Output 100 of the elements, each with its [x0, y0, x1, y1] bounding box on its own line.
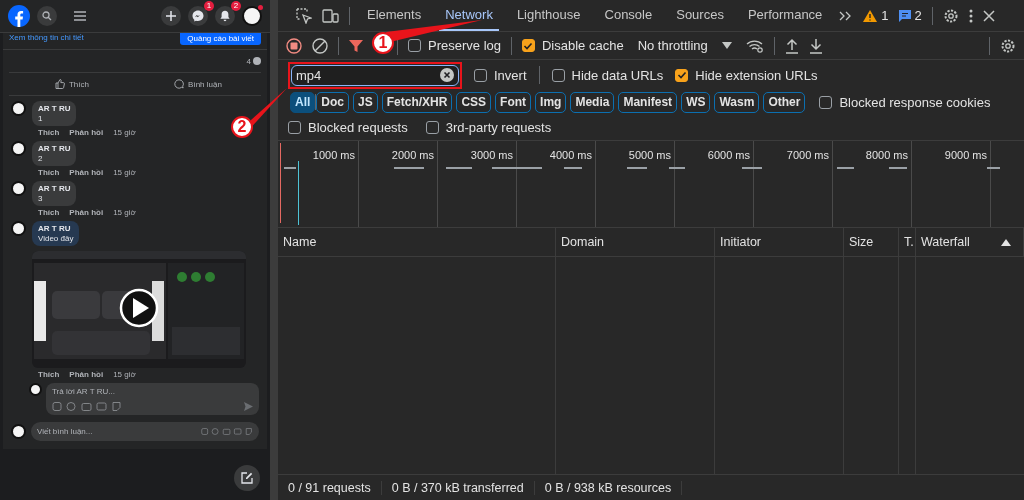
comment-text: 1	[38, 114, 44, 123]
scrollbar[interactable]	[270, 0, 278, 500]
details-link[interactable]: Xem thông tin chi tiết	[9, 33, 84, 42]
caret-icon	[721, 42, 732, 49]
type-filter-chip[interactable]: Font	[495, 91, 532, 113]
messenger-button[interactable]	[188, 6, 208, 26]
panel-tab[interactable]: Sources	[670, 0, 730, 31]
reply-box[interactable]: Trả lời AR T RU...	[46, 383, 259, 415]
profile-avatar[interactable]	[242, 6, 262, 26]
search-icon	[42, 11, 52, 21]
close-icon[interactable]	[982, 9, 995, 22]
settings-icon[interactable]	[1000, 37, 1016, 54]
upload-icon[interactable]	[784, 37, 799, 54]
emoji-toolbar-icon[interactable]	[52, 402, 122, 411]
checkbox-label[interactable]: Disable cache	[542, 38, 624, 53]
commenter-avatar[interactable]	[11, 101, 26, 116]
like-link[interactable]: Thích	[38, 168, 60, 177]
search-button[interactable]	[37, 6, 57, 26]
clear-icon[interactable]	[440, 68, 454, 82]
comment-text: Video đây	[38, 234, 74, 243]
column-header[interactable]: T.	[899, 228, 916, 256]
checkbox[interactable]	[474, 68, 487, 82]
type-filter-chip[interactable]: Other	[763, 91, 806, 113]
type-filter-chip[interactable]: JS	[353, 91, 378, 113]
comment-field[interactable]: Viết bình luận...	[37, 427, 198, 436]
messages-count[interactable]: 2	[898, 8, 922, 23]
commenter-avatar[interactable]	[11, 221, 26, 236]
checkbox[interactable]	[819, 95, 833, 109]
column-header[interactable]: Domain	[556, 228, 715, 256]
throttling-dropdown[interactable]: No throttling	[633, 38, 736, 53]
filter-icon[interactable]	[349, 38, 363, 53]
type-filter-chip[interactable]: Media	[570, 91, 615, 113]
time-tick-label: 1000 ms	[312, 149, 355, 163]
checkbox-label[interactable]: Blocked response cookies	[839, 94, 991, 110]
panel-tab[interactable]: Lighthouse	[510, 0, 587, 31]
like-button[interactable]: Thích	[9, 73, 135, 95]
type-filter-chip[interactable]: WS	[681, 91, 711, 113]
notifications-button[interactable]	[215, 6, 235, 26]
checkbox-label[interactable]: 3rd-party requests	[445, 119, 552, 135]
type-filter-chip[interactable]: Doc	[316, 91, 349, 113]
boost-post-button[interactable]: Quảng cáo bài viết	[180, 33, 261, 45]
record-icon[interactable]	[286, 37, 302, 54]
filter-box[interactable]: mp4	[291, 64, 459, 86]
reply-link[interactable]: Phản hồi	[69, 370, 104, 379]
reply-link[interactable]: Phản hồi	[69, 128, 104, 137]
commenter-avatar[interactable]	[11, 141, 26, 156]
compose-button[interactable]	[234, 465, 260, 491]
comment-author[interactable]: AR T RU	[38, 104, 71, 113]
like-link[interactable]: Thích	[38, 128, 60, 137]
comment-button[interactable]: Bình luận	[135, 73, 261, 95]
speech-bubble-icon	[174, 79, 185, 89]
comment-author[interactable]: AR T RU	[38, 184, 71, 193]
settings-icon[interactable]	[942, 7, 959, 24]
checkbox-label[interactable]: Hide data URLs	[571, 67, 664, 83]
like-link[interactable]: Thích	[38, 208, 60, 217]
type-filter-chip[interactable]: Manifest	[618, 91, 678, 113]
reply-link[interactable]: Phản hồi	[69, 168, 104, 177]
comment-time: 15 giờ	[113, 168, 136, 177]
filter-field[interactable]: mp4	[296, 67, 440, 83]
time-tick-label: 9000 ms	[944, 149, 987, 163]
like-link[interactable]: Thích	[38, 370, 60, 379]
checkbox-label[interactable]: Invert	[494, 67, 527, 83]
panel-tab[interactable]: Elements	[361, 0, 428, 31]
type-filter-chip[interactable]: All	[290, 91, 316, 113]
type-filter-chip[interactable]: Wasm	[714, 91, 760, 113]
type-filter-chip[interactable]: Fetch/XHR	[381, 91, 453, 113]
clear-icon[interactable]	[312, 37, 328, 54]
reply-field[interactable]: Trả lời AR T RU...	[52, 387, 253, 396]
checkbox[interactable]	[522, 39, 535, 52]
device-toolbar-icon[interactable]	[322, 8, 339, 23]
menu-icon[interactable]	[74, 11, 86, 21]
status-text: 0 B / 938 kB resources	[534, 480, 683, 495]
panel-tab[interactable]: Performance	[741, 0, 829, 31]
comment-author[interactable]: AR T RU	[38, 144, 71, 153]
column-header[interactable]: Size	[844, 228, 899, 256]
checkbox-label[interactable]: Hide extension URLs	[695, 67, 818, 83]
create-button[interactable]	[161, 6, 181, 26]
reply-link[interactable]: Phản hồi	[69, 208, 104, 217]
checkbox[interactable]	[288, 120, 301, 134]
type-filter-chip[interactable]: CSS	[456, 91, 492, 113]
inspect-element-icon[interactable]	[296, 7, 312, 24]
commenter-avatar[interactable]	[11, 181, 26, 196]
column-header[interactable]: Initiator	[715, 228, 844, 256]
column-header[interactable]: Waterfall	[916, 228, 1024, 256]
checkbox-label[interactable]: Preserve log	[428, 38, 501, 53]
download-icon[interactable]	[808, 37, 823, 54]
checkbox[interactable]	[551, 68, 565, 82]
column-header[interactable]: Name	[278, 228, 556, 256]
comment-author[interactable]: AR T RU	[38, 224, 74, 233]
type-filter-chip[interactable]: Img	[535, 91, 567, 113]
time-tick-label: 8000 ms	[865, 149, 908, 163]
panel-tab[interactable]: Console	[598, 0, 659, 31]
comment-box[interactable]: Viết bình luận...	[31, 422, 259, 441]
checkbox[interactable]	[675, 68, 689, 82]
checkbox[interactable]	[425, 120, 439, 134]
checkbox-label[interactable]: Blocked requests	[308, 119, 408, 135]
facebook-logo-icon[interactable]	[8, 5, 30, 27]
network-conditions-icon[interactable]	[745, 38, 764, 53]
timeline-overview[interactable]: 1000 ms 2000 ms 3000 ms 4000 ms 5000 ms 6000 ms 7000 ms 8000 ms 9000 ms	[278, 141, 1024, 228]
more-options-icon[interactable]	[968, 8, 973, 23]
